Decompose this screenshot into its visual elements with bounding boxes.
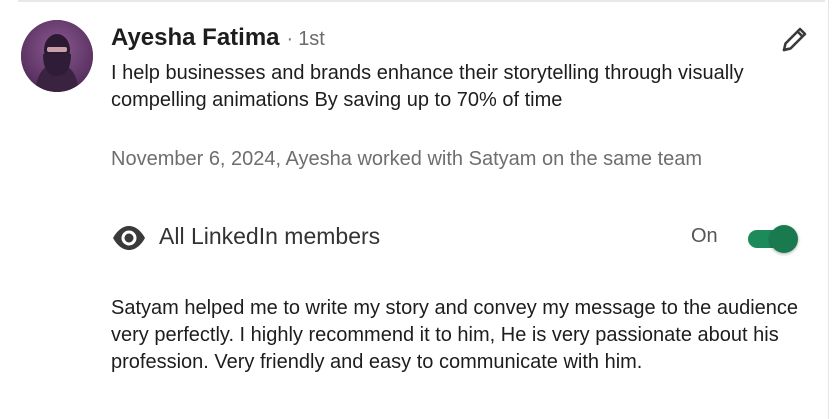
visibility-label: All LinkedIn members (159, 223, 381, 249)
connection-degree: 1st (298, 28, 325, 50)
visibility-toggle[interactable] (748, 224, 800, 253)
recommender-name[interactable]: Ayesha Fatima (111, 24, 280, 52)
eye-icon (111, 224, 147, 252)
toggle-knob (770, 225, 798, 253)
avatar[interactable] (21, 20, 93, 92)
recommendation-meta: November 6, 2024, Ayesha worked with Sat… (111, 148, 703, 170)
right-divider (828, 0, 829, 419)
pencil-icon[interactable] (779, 23, 811, 55)
toggle-state-label: On (691, 225, 718, 247)
separator-dot: · (286, 28, 294, 50)
recommendation-text: Satyam helped me to write my story and c… (111, 297, 799, 373)
recommender-headline: I help businesses and brands enhance the… (111, 62, 744, 111)
visibility-setting: All LinkedIn members On (111, 220, 803, 256)
recommender-header: Ayesha Fatima · 1st (111, 24, 325, 56)
top-divider (18, 0, 825, 2)
avatar-photo (21, 20, 93, 92)
